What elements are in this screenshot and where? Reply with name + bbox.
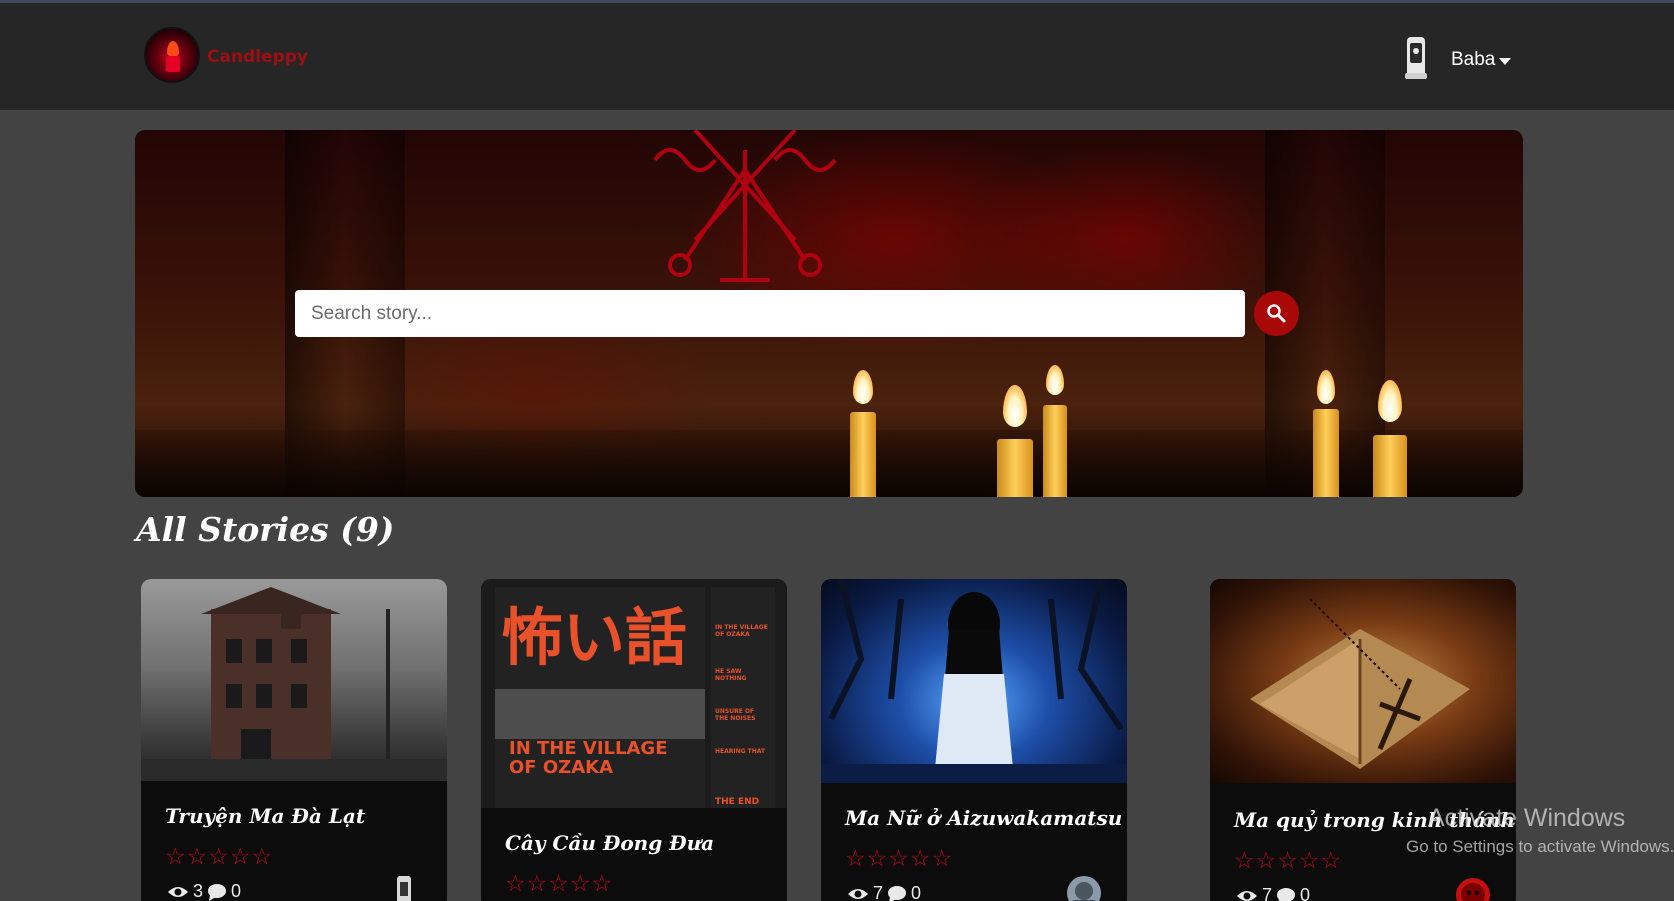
user-avatar[interactable] xyxy=(1399,33,1433,81)
story-title[interactable]: Truyện Ma Đà Lạt xyxy=(165,804,365,828)
author-avatar[interactable] xyxy=(1067,876,1101,901)
eye-icon xyxy=(168,886,188,897)
svg-text:OF OZAKA: OF OZAKA xyxy=(509,757,613,778)
sigil-icon xyxy=(653,130,837,282)
story-cover-image[interactable]: 怖い話 IN THE VILLAGE OF OZAKA IN THE VILLA… xyxy=(481,579,787,808)
candle-icon xyxy=(997,385,1033,497)
comment-icon xyxy=(208,883,227,901)
candle-icon xyxy=(1313,370,1339,497)
story-card[interactable]: Ma Nữ ở Aizuwakamatsu ☆☆☆☆☆ 7 0 xyxy=(821,579,1127,901)
rating-stars[interactable]: ☆☆☆☆☆ xyxy=(845,846,953,872)
search-input[interactable] xyxy=(295,290,1245,337)
story-stats: 7 0 xyxy=(1236,885,1310,901)
navbar: Candleppy Baba xyxy=(0,3,1674,110)
author-avatar[interactable] xyxy=(1456,878,1490,901)
story-cover-image[interactable] xyxy=(1210,579,1516,783)
comment-icon xyxy=(1277,887,1296,901)
anime-avatar-icon xyxy=(1073,882,1095,901)
comments-count: 0 xyxy=(911,883,922,901)
views-count: 7 xyxy=(1262,885,1273,901)
search-icon xyxy=(1267,304,1286,323)
svg-text:HE SAW: HE SAW xyxy=(715,668,742,675)
brand-name[interactable]: Candleppy xyxy=(207,47,308,67)
author-avatar[interactable] xyxy=(387,874,421,901)
candle-icon xyxy=(850,370,876,497)
story-title[interactable]: Ma Nữ ở Aizuwakamatsu xyxy=(845,806,1122,830)
views-count: 7 xyxy=(873,883,884,901)
story-cover-image[interactable] xyxy=(821,579,1127,783)
rating-stars[interactable]: ☆☆☆☆☆ xyxy=(1234,848,1342,874)
haunted-house-image xyxy=(141,587,447,781)
svg-text:IN THE VILLAGE: IN THE VILLAGE xyxy=(509,738,668,759)
story-title[interactable]: Cây Cầu Đong Đưa xyxy=(505,831,714,855)
candle-icon xyxy=(1373,380,1407,497)
comments-count: 0 xyxy=(1300,885,1311,901)
story-stats: 7 0 xyxy=(847,883,921,901)
svg-text:THE END: THE END xyxy=(715,797,759,807)
story-card[interactable]: Truyện Ma Đà Lạt ☆☆☆☆☆ 3 0 xyxy=(141,579,447,901)
candle-icon xyxy=(166,56,180,72)
ghost-avatar-icon xyxy=(397,876,411,901)
bible-cross-image xyxy=(1250,598,1470,769)
svg-text:HEARING THAT: HEARING THAT xyxy=(715,748,766,755)
brand-logo[interactable] xyxy=(144,27,200,83)
comment-icon xyxy=(888,885,907,901)
manga-poster-image: 怖い話 IN THE VILLAGE OF OZAKA IN THE VILLA… xyxy=(495,587,775,808)
svg-text:UNSURE OF: UNSURE OF xyxy=(715,708,754,715)
user-menu-name[interactable]: Baba xyxy=(1451,49,1495,71)
eye-icon xyxy=(848,888,868,899)
search-button[interactable] xyxy=(1254,291,1299,336)
svg-text:IN THE VILLAGE: IN THE VILLAGE xyxy=(715,624,768,631)
chevron-down-icon[interactable] xyxy=(1499,58,1511,65)
rating-stars[interactable]: ☆☆☆☆☆ xyxy=(505,871,613,897)
story-cover-image[interactable] xyxy=(141,579,447,781)
ghost-girl-image xyxy=(821,579,1127,783)
story-card[interactable]: 怖い話 IN THE VILLAGE OF OZAKA IN THE VILLA… xyxy=(481,579,787,901)
rating-stars[interactable]: ☆☆☆☆☆ xyxy=(165,844,273,870)
activate-windows-watermark: Activate Windows xyxy=(1428,804,1626,832)
svg-text:NOTHING: NOTHING xyxy=(715,675,746,682)
section-title: All Stories (9) xyxy=(136,510,395,549)
activate-windows-hint: Go to Settings to activate Windows. xyxy=(1406,837,1674,856)
candle-flame-icon xyxy=(167,41,179,57)
candle-icon xyxy=(1043,365,1067,497)
red-mask-avatar-icon xyxy=(1461,883,1485,901)
story-stats: 3 0 xyxy=(167,881,241,901)
eye-icon xyxy=(1237,890,1257,901)
cover-kanji: 怖い話 xyxy=(501,601,687,674)
svg-text:OF OZAKA: OF OZAKA xyxy=(715,631,750,638)
comments-count: 0 xyxy=(231,881,242,901)
views-count: 3 xyxy=(193,881,204,901)
svg-text:THE NOISES: THE NOISES xyxy=(715,715,755,722)
